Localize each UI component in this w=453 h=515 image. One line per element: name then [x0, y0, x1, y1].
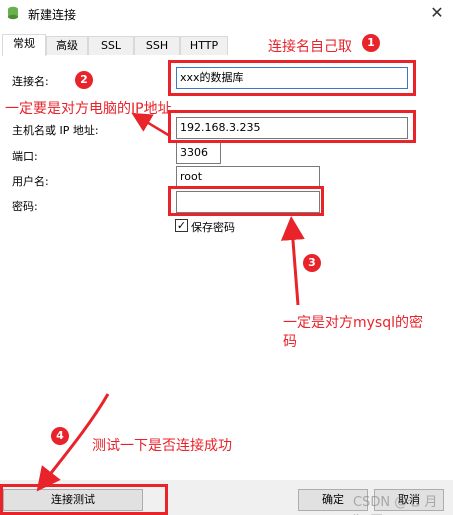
database-icon [8, 6, 18, 20]
title-bar: 新建连接 ✕ [0, 0, 453, 26]
tab-general[interactable]: 常规 [2, 34, 46, 56]
tab-ssl[interactable]: SSL [88, 36, 134, 55]
annotation-note-3-line2: 码 [283, 334, 297, 350]
tab-bar: 常规 高级 SSL SSH HTTP [0, 34, 453, 56]
annotation-note-4: 测试一下是否连接成功 [92, 438, 232, 454]
annotation-note-1: 连接名自己取 [268, 39, 352, 55]
window-title: 新建连接 [28, 8, 77, 22]
save-password-label: 保存密码 [191, 221, 235, 234]
annotation-box-password [168, 186, 324, 216]
password-label: 密码: [12, 200, 38, 213]
connection-name-label: 连接名: [12, 75, 49, 88]
close-icon[interactable]: ✕ [426, 2, 448, 24]
annotation-box-host [168, 110, 416, 143]
username-label: 用户名: [12, 175, 49, 188]
annotation-note-2: 一定要是对方电脑的IP地址 [5, 101, 172, 117]
annotation-box-connection-name [168, 60, 416, 96]
tab-ssh[interactable]: SSH [134, 36, 180, 55]
annotation-badge-2: 2 [75, 71, 93, 89]
port-label: 端口: [12, 150, 38, 163]
tab-advanced[interactable]: 高级 [46, 36, 88, 55]
save-password-checkbox[interactable]: ✓ [175, 219, 188, 232]
annotation-note-3-line1: 一定是对方mysql的密 [283, 315, 423, 331]
host-label: 主机名或 IP 地址: [12, 124, 99, 137]
watermark: CSDN @七 月 犯 困 [353, 495, 438, 515]
username-input[interactable]: root [176, 166, 320, 188]
annotation-box-test-button [0, 484, 168, 515]
port-input[interactable]: 3306 [176, 142, 221, 164]
annotation-badge-3: 3 [303, 254, 321, 272]
tab-http[interactable]: HTTP [180, 36, 228, 55]
annotation-badge-4: 4 [51, 427, 69, 445]
annotation-badge-1: 1 [362, 34, 380, 52]
